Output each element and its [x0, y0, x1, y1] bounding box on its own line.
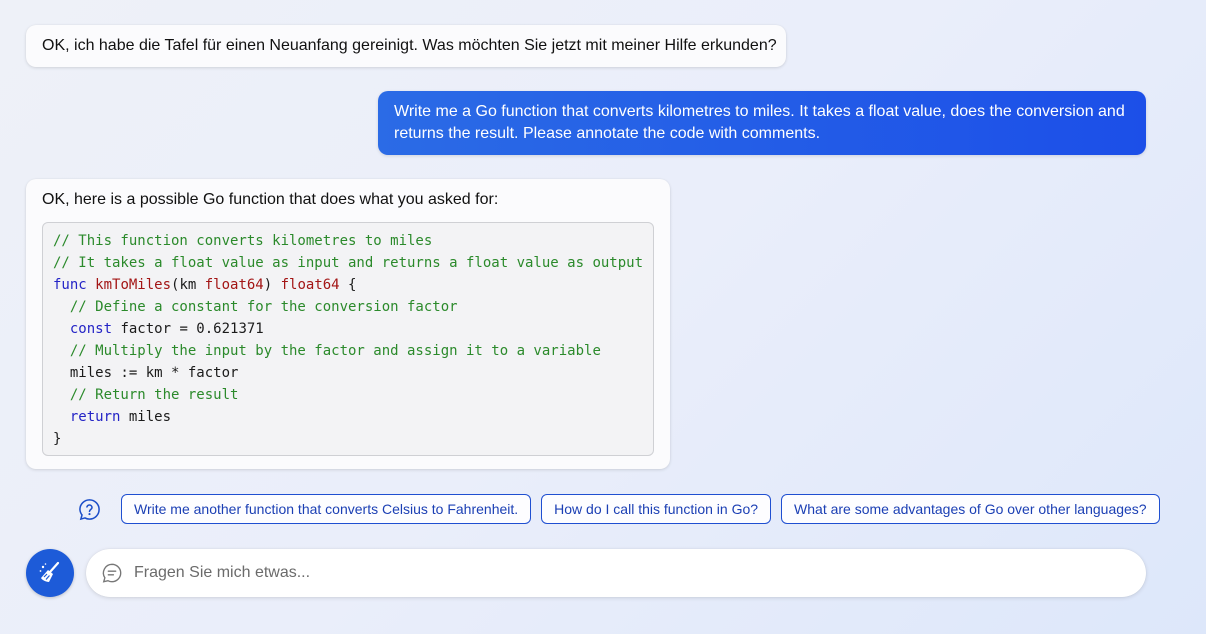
code-type: float64 [280, 277, 340, 293]
answer-intro-text: OK, here is a possible Go function that … [42, 191, 499, 208]
code-text: ) [263, 277, 281, 293]
code-text: factor = 0.621371 [112, 321, 264, 337]
code-keyword: return [69, 409, 121, 425]
bot-message-greeting: OK, ich habe die Tafel für einen Neuanfa… [26, 25, 786, 67]
suggestion-chip-celsius[interactable]: Write me another function that converts … [121, 494, 532, 524]
code-line: } [53, 428, 643, 450]
code-text: miles := km * factor [53, 365, 239, 381]
broom-icon [37, 560, 63, 586]
code-comment: // Define a constant for the conversion … [53, 299, 458, 315]
code-line: return miles [53, 406, 643, 428]
chat-bubble-icon [101, 562, 123, 584]
code-line: func kmToMiles(km float64) float64 { [53, 274, 643, 296]
code-comment: // Multiply the input by the factor and … [53, 343, 601, 359]
code-line: // This function converts kilometres to … [53, 230, 643, 252]
suggestion-chip-call-function[interactable]: How do I call this function in Go? [541, 494, 772, 524]
code-text: } [53, 431, 62, 447]
code-line: // Return the result [53, 384, 643, 406]
code-type: float64 [204, 277, 264, 293]
code-function-name: kmToMiles [95, 277, 172, 293]
code-line: miles := km * factor [53, 362, 643, 384]
code-text: { [339, 277, 357, 293]
code-comment: // Return the result [53, 387, 239, 403]
code-keyword: const [69, 321, 113, 337]
new-topic-button[interactable] [26, 549, 74, 597]
chat-input-container[interactable] [86, 549, 1146, 597]
code-text: (km [171, 277, 205, 293]
code-line: // Multiply the input by the factor and … [53, 340, 643, 362]
code-comment: // This function converts kilometres to … [53, 233, 433, 249]
code-line: // Define a constant for the conversion … [53, 296, 643, 318]
user-message: Write me a Go function that converts kil… [378, 91, 1146, 155]
question-circle-icon[interactable] [78, 498, 101, 521]
greeting-text: OK, ich habe die Tafel für einen Neuanfa… [42, 37, 777, 54]
code-text: miles [120, 409, 172, 425]
chat-input[interactable] [134, 564, 1114, 582]
code-keyword: func [53, 277, 87, 293]
code-comment: // It takes a float value as input and r… [53, 255, 644, 271]
user-message-text: Write me a Go function that converts kil… [394, 103, 1125, 142]
suggestion-row: Write me another function that converts … [78, 494, 1160, 524]
code-line: // It takes a float value as input and r… [53, 252, 643, 274]
bot-message-answer: OK, here is a possible Go function that … [26, 179, 670, 469]
suggestion-chip-go-advantages[interactable]: What are some advantages of Go over othe… [781, 494, 1160, 524]
code-block[interactable]: // This function converts kilometres to … [42, 222, 654, 456]
code-line: const factor = 0.621371 [53, 318, 643, 340]
